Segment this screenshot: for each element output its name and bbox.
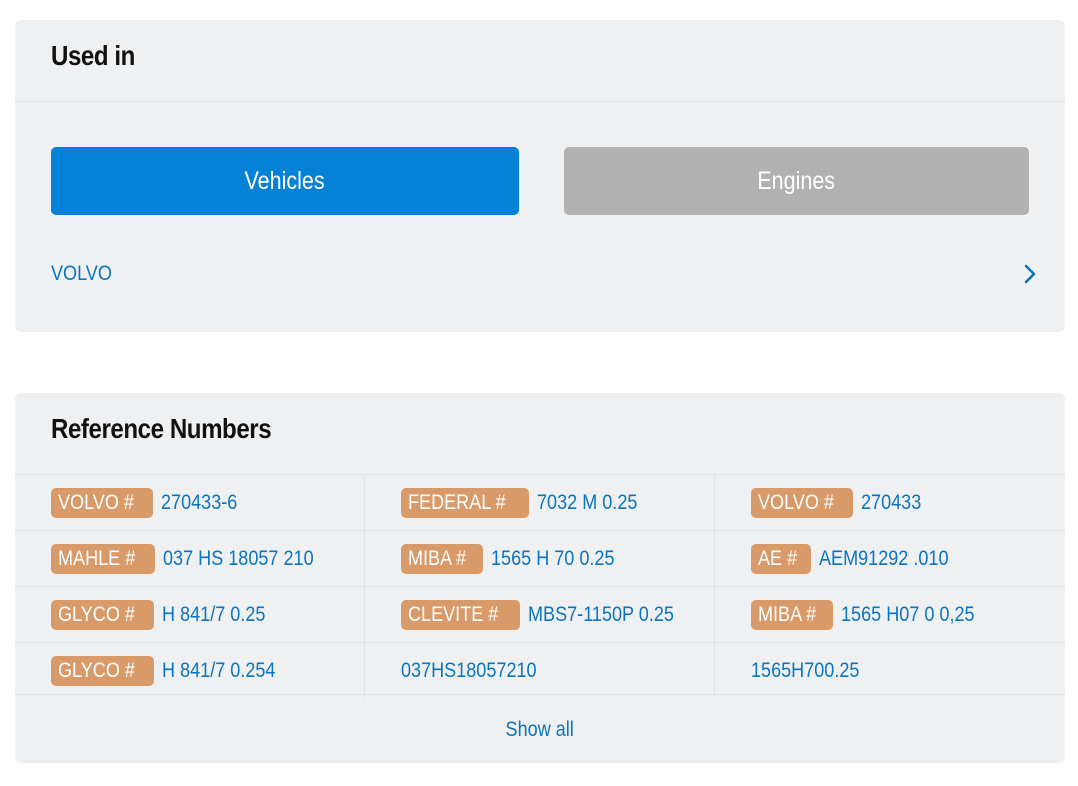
column-divider — [714, 531, 715, 586]
reference-cell: MAHLE # 037 HS 18057 210 — [51, 531, 364, 586]
manufacturer-badge: VOLVO # — [751, 487, 854, 518]
reference-cell: 1565H700.25 — [751, 643, 1051, 698]
manufacturer-badge: VOLVO # — [51, 487, 154, 518]
manufacturer-badge: CLEVITE # — [401, 599, 521, 630]
reference-cell: 037HS18057210 — [401, 643, 714, 698]
reference-number-link[interactable]: 1565 H 70 0.25 — [491, 547, 635, 571]
column-divider — [714, 643, 715, 698]
reference-number-link[interactable]: H 841/7 0.254 — [162, 659, 294, 683]
column-divider — [364, 475, 365, 530]
column-divider — [364, 531, 365, 586]
tab-engines[interactable]: Engines — [564, 147, 1029, 215]
reference-number-link[interactable]: 7032 M 0.25 — [537, 491, 654, 515]
reference-cell: FEDERAL # 7032 M 0.25 — [401, 475, 714, 530]
reference-row: MAHLE # 037 HS 18057 210 MIBA # 1565 H 70 0… — [15, 530, 1065, 586]
column-divider — [364, 643, 365, 698]
reference-cell: VOLVO # 270433-6 — [51, 475, 364, 530]
reference-number-link[interactable]: 270433-6 — [161, 491, 250, 515]
reference-cell: AE # AEM91292 .010 — [751, 531, 1051, 586]
used-in-title: Used in — [51, 40, 135, 71]
reference-number-link[interactable]: 037 HS 18057 210 — [163, 547, 338, 571]
manufacturer-badge: MAHLE # — [51, 543, 155, 574]
column-divider — [714, 475, 715, 530]
reference-cell: GLYCO # H 841/7 0.254 — [51, 643, 364, 698]
reference-number-link[interactable]: 037HS18057210 — [401, 659, 559, 683]
show-all-button[interactable]: Show all — [15, 694, 1065, 763]
column-divider — [714, 587, 715, 642]
reference-grid: VOLVO # 270433-6 FEDERAL # 7032 M 0.25 VOLVO… — [15, 474, 1065, 698]
reference-cell: CLEVITE # MBS7-1150P 0.25 — [401, 587, 714, 642]
manufacturer-badge: GLYCO # — [51, 599, 155, 630]
divider — [15, 101, 1065, 102]
chevron-right-icon[interactable] — [1021, 263, 1039, 285]
column-divider — [364, 587, 365, 642]
reference-cell: MIBA # 1565 H07 0 0,25 — [751, 587, 1051, 642]
reference-number-link[interactable]: H 841/7 0.25 — [162, 603, 282, 627]
reference-cell: MIBA # 1565 H 70 0.25 — [401, 531, 714, 586]
reference-number-link[interactable]: 1565 H07 0 0,25 — [841, 603, 996, 627]
reference-cell: GLYCO # H 841/7 0.25 — [51, 587, 364, 642]
vehicle-list-item[interactable]: VOLVO — [51, 252, 1039, 296]
manufacturer-badge: MIBA # — [401, 543, 483, 574]
manufacturer-badge: FEDERAL # — [401, 487, 529, 518]
reference-row: VOLVO # 270433-6 FEDERAL # 7032 M 0.25 VOLVO… — [15, 474, 1065, 530]
tab-vehicles[interactable]: Vehicles — [51, 147, 519, 215]
manufacturer-badge: GLYCO # — [51, 655, 155, 686]
reference-number-link[interactable]: 1565H700.25 — [751, 659, 877, 683]
reference-numbers-card: Reference Numbers VOLVO # 270433-6 FEDERAL… — [15, 393, 1065, 763]
used-in-card: Used in Vehicles Engines VOLVO — [15, 20, 1065, 332]
reference-row: GLYCO # H 841/7 0.254 037HS18057210 1565H70… — [15, 642, 1065, 698]
reference-cell: VOLVO # 270433 — [751, 475, 1051, 530]
reference-number-link[interactable]: 270433 — [861, 491, 931, 515]
vehicle-name: VOLVO — [51, 262, 112, 285]
reference-number-link[interactable]: MBS7-1150P 0.25 — [528, 603, 698, 627]
reference-numbers-title: Reference Numbers — [51, 413, 272, 444]
reference-row: GLYCO # H 841/7 0.25 CLEVITE # MBS7-1150P 0… — [15, 586, 1065, 642]
reference-number-link[interactable]: AEM91292 .010 — [819, 547, 970, 571]
manufacturer-badge: MIBA # — [751, 599, 833, 630]
manufacturer-badge: AE # — [751, 543, 811, 574]
